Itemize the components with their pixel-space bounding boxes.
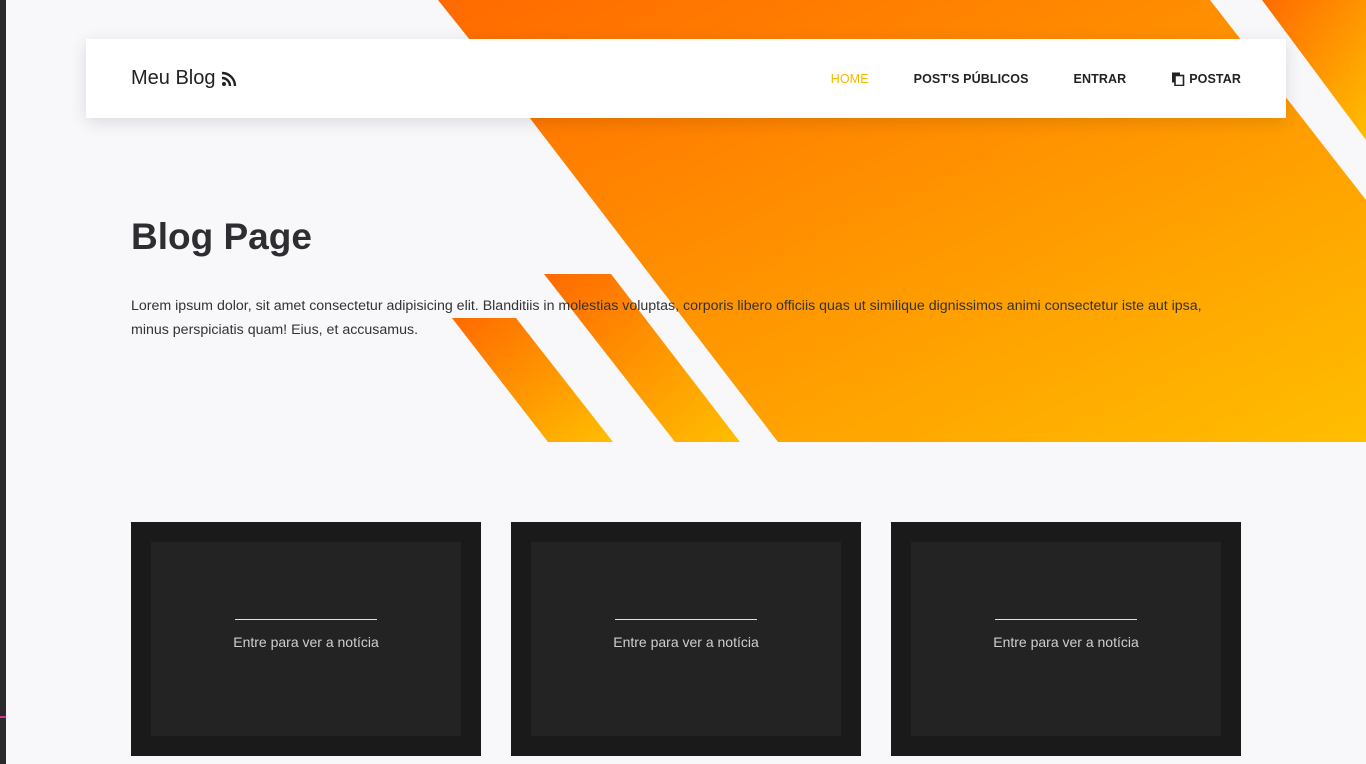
brand-link[interactable]: Meu Blog xyxy=(131,67,237,90)
nav-post[interactable]: POSTAR xyxy=(1171,72,1241,86)
card-content: Entre para ver a notícia xyxy=(911,542,1221,736)
nav-public-posts-label: POST'S PÚBLICOS xyxy=(913,71,1029,86)
nav-post-label: POSTAR xyxy=(1189,71,1241,86)
news-card[interactable]: Entre para ver a notícia xyxy=(131,522,481,756)
news-cards: Entre para ver a notícia Entre para ver … xyxy=(131,522,1241,756)
card-divider xyxy=(995,618,1137,620)
copy-icon xyxy=(1172,72,1185,86)
card-divider xyxy=(615,618,757,620)
card-text: Entre para ver a notícia xyxy=(613,633,759,650)
page-title: Blog Page xyxy=(131,216,312,257)
edge-accent-mark xyxy=(0,716,6,718)
news-card[interactable]: Entre para ver a notícia xyxy=(511,522,861,756)
nav-public-posts[interactable]: POST'S PÚBLICOS xyxy=(914,72,1029,86)
card-content: Entre para ver a notícia xyxy=(151,542,461,736)
card-divider xyxy=(235,618,377,620)
nav-home[interactable]: HOME xyxy=(831,72,869,86)
nav-login-label: ENTRAR xyxy=(1073,71,1127,86)
brand-name: Meu Blog xyxy=(131,67,216,89)
card-content: Entre para ver a notícia xyxy=(531,542,841,736)
card-text: Entre para ver a notícia xyxy=(233,633,379,650)
top-navbar: Meu Blog HOME POST'S PÚBLICOS ENTRAR POS… xyxy=(86,39,1286,118)
card-text: Entre para ver a notícia xyxy=(993,633,1139,650)
nav-home-label: HOME xyxy=(830,71,869,86)
news-card[interactable]: Entre para ver a notícia xyxy=(891,522,1241,756)
nav-login[interactable]: ENTRAR xyxy=(1074,72,1127,86)
nav-links: HOME POST'S PÚBLICOS ENTRAR POSTAR xyxy=(831,72,1241,86)
intro-text: Lorem ipsum dolor, sit amet consectetur … xyxy=(131,298,1202,338)
rss-icon xyxy=(221,71,236,86)
